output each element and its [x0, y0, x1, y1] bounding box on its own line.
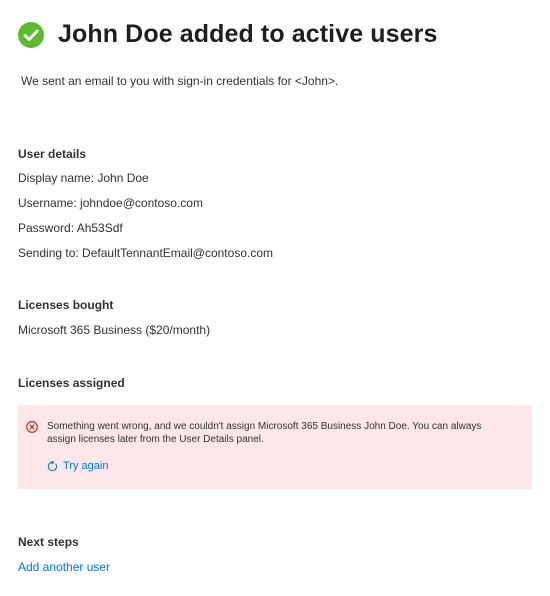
- sending-to-line: Sending to: DefaultTennantEmail@contoso.…: [18, 246, 273, 260]
- refresh-icon: [47, 460, 58, 471]
- error-message: Something went wrong, and we couldn't as…: [47, 421, 482, 445]
- error-circle-icon: [26, 421, 38, 433]
- license-error-banner: Something went wrong, and we couldn't as…: [18, 405, 532, 489]
- confirmation-message: We sent an email to you with sign-in cre…: [21, 74, 339, 88]
- try-again-label: Try again: [63, 460, 109, 472]
- checkmark-circle-icon: [18, 21, 44, 48]
- try-again-button[interactable]: Try again: [47, 460, 108, 472]
- display-name-line: Display name: John Doe: [18, 171, 149, 185]
- licenses-assigned-heading: Licenses assigned: [18, 376, 125, 390]
- next-steps-heading: Next steps: [18, 535, 79, 549]
- username-line: Username: johndoe@contoso.com: [18, 196, 203, 210]
- password-line: Password: Ah53Sdf: [18, 221, 123, 235]
- user-details-heading: User details: [18, 147, 87, 161]
- page-header: John Doe added to active users: [18, 20, 438, 49]
- license-item: Microsoft 365 Business ($20/month): [18, 323, 211, 337]
- licenses-bought-heading: Licenses bought: [18, 298, 114, 312]
- add-another-user-link[interactable]: Add another user: [18, 560, 110, 574]
- page-title: John Doe added to active users: [58, 20, 438, 48]
